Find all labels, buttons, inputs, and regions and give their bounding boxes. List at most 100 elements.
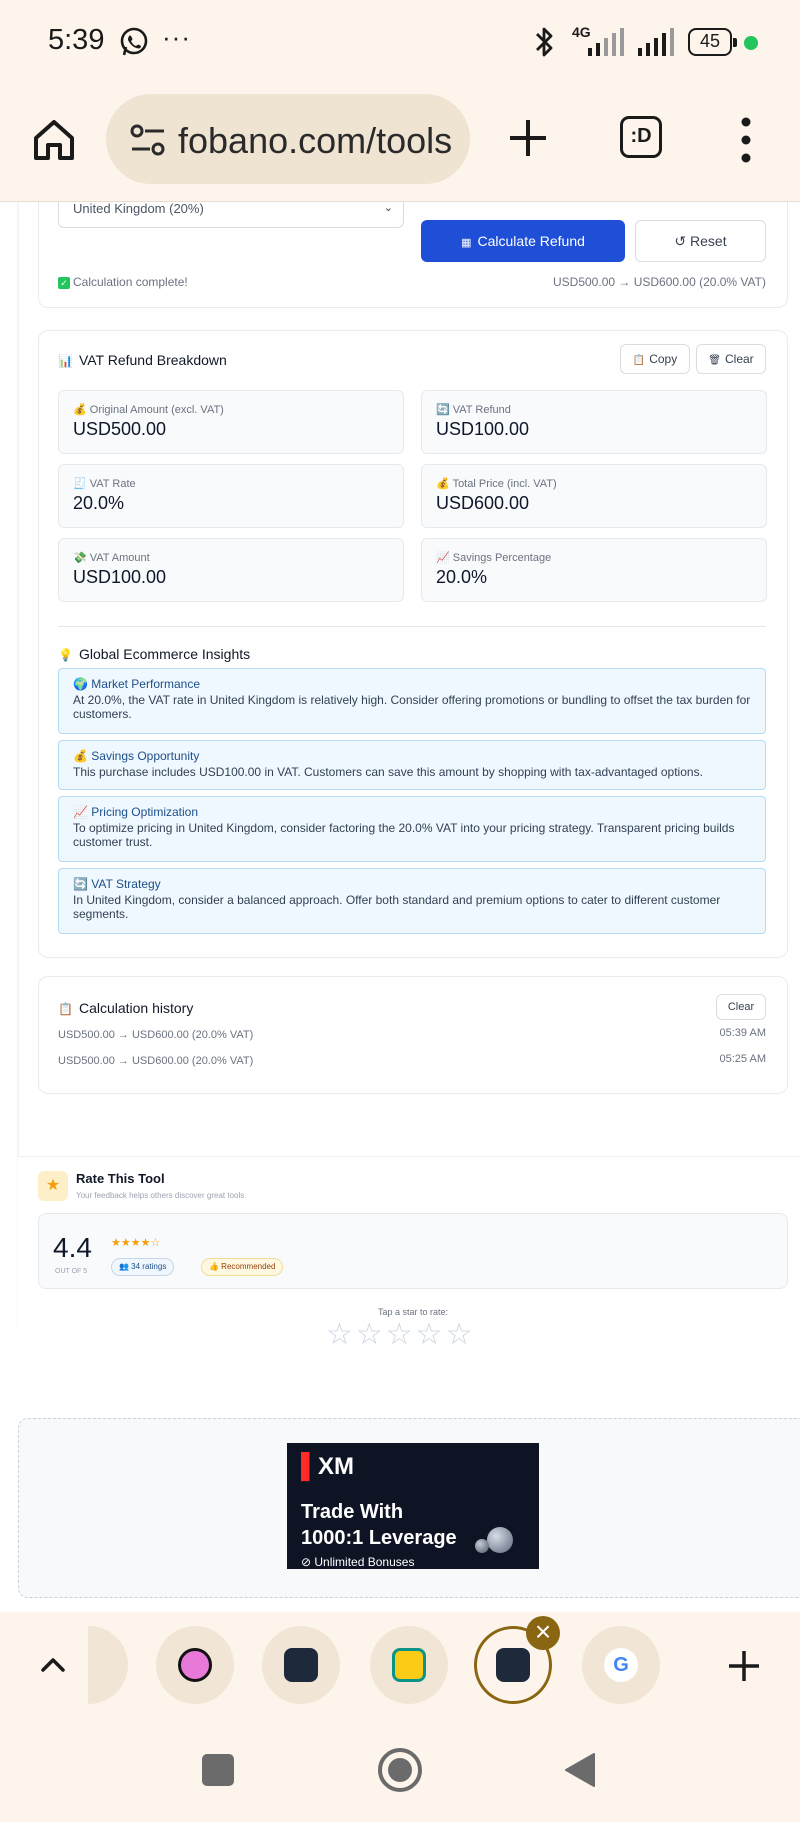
rating-out-of: OUT OF 5 <box>55 1268 88 1275</box>
clipboard-icon: 📋 <box>632 355 646 366</box>
history-title-text: Calculation history <box>78 1000 194 1016</box>
ad-headline: Trade With <box>301 1501 404 1523</box>
clear-history-button[interactable]: Clear <box>716 994 766 1020</box>
tab-thumbnail-google[interactable]: G <box>582 1626 660 1704</box>
whatsapp-icon <box>120 27 148 56</box>
stat-label: 🔄 VAT Refund <box>436 404 511 416</box>
google-favicon: G <box>604 1648 638 1682</box>
rating-summary: 4.4 OUT OF 5 ★★★★☆ 👥 34 ratings 👍 Recomm… <box>38 1213 788 1289</box>
history-title: 📋 Calculation history <box>58 1000 193 1016</box>
bar-chart-icon: 📊 <box>58 354 73 368</box>
rating-subtitle: Your feedback helps others discover grea… <box>76 1191 245 1200</box>
clear-breakdown-button[interactable]: 🗑 Clear <box>696 344 766 374</box>
rating-card: ★ Rate This Tool Your feedback helps oth… <box>18 1156 800 1396</box>
clipboard-icon: 📋 <box>58 1002 73 1016</box>
ad-subline: ⊘ Unlimited Bonuses <box>301 1555 415 1569</box>
site-favicon <box>284 1648 318 1682</box>
copy-button[interactable]: 📋 Copy <box>620 344 690 374</box>
ad-banner[interactable]: ▌XM Trade With 1000:1 Leverage ⊘ Unlimit… <box>287 1443 539 1569</box>
country-select[interactable]: United Kingdom (20%) ⌄ <box>58 202 404 228</box>
insight-savings-opportunity: 💰 Savings Opportunity This purchase incl… <box>58 740 766 790</box>
refresh-icon: 🔄 <box>436 404 450 416</box>
new-tab-icon[interactable] <box>726 1648 762 1684</box>
insights-title-text: Global Ecommerce Insights <box>78 646 251 662</box>
insight-body: To optimize pricing in United Kingdom, c… <box>73 821 735 849</box>
home-icon[interactable] <box>30 116 78 164</box>
url-text[interactable]: fobano.com/tools <box>178 120 452 162</box>
tab-thumbnail[interactable] <box>88 1626 128 1704</box>
rating-title: Rate This Tool <box>76 1171 165 1186</box>
calculate-refund-label: Calculate Refund <box>477 233 585 249</box>
clear-label: Clear <box>725 352 754 366</box>
site-favicon <box>496 1648 530 1682</box>
rating-score: 4.4 <box>53 1232 92 1263</box>
money-bag-icon: 💰 <box>436 478 450 490</box>
tab-switcher-button[interactable]: :D <box>620 116 662 158</box>
stat-value: USD100.00 <box>436 419 530 439</box>
insight-body: This purchase includes USD100.00 in VAT.… <box>73 765 703 779</box>
status-bar: 5:39 ··· 4G 45 <box>0 0 800 86</box>
stat-label: 💰 Original Amount (excl. VAT) <box>73 404 224 416</box>
lightbulb-icon: 💡 <box>58 648 73 662</box>
tab-thumbnail[interactable] <box>262 1626 340 1704</box>
globe-icon: 🌍 <box>73 677 88 691</box>
close-tab-icon[interactable]: × <box>526 1616 560 1650</box>
stat-original-amount: 💰 Original Amount (excl. VAT) USD500.00 <box>58 390 404 454</box>
stat-total-price: 💰 Total Price (incl. VAT) USD600.00 <box>421 464 767 528</box>
privacy-indicator-dot <box>744 36 758 50</box>
trash-icon: 🗑 <box>708 355 721 366</box>
address-bar[interactable]: fobano.com/tools <box>106 94 470 184</box>
refresh-icon: 🔄 <box>73 877 88 891</box>
money-wings-icon: 💸 <box>73 552 87 564</box>
ad-decoration <box>487 1527 513 1553</box>
star-icon: ★ <box>38 1171 68 1201</box>
rating-stars: ★★★★☆ <box>111 1237 161 1249</box>
calculator-icon: ▦ <box>461 237 472 249</box>
stat-vat-amount: 💸 VAT Amount USD100.00 <box>58 538 404 602</box>
chevron-up-icon[interactable] <box>38 1650 68 1680</box>
ad-headline: 1000:1 Leverage <box>301 1527 457 1549</box>
web-page: United Kingdom (20%) ⌄ ▦ Calculate Refund… <box>0 202 800 1612</box>
back-icon[interactable] <box>564 1752 596 1788</box>
insight-pricing-optimization: 📈 Pricing Optimization To optimize prici… <box>58 796 766 862</box>
rate-stars-input[interactable]: ☆☆☆☆☆ <box>326 1317 475 1352</box>
insight-body: In United Kingdom, consider a balanced a… <box>73 893 721 921</box>
history-time: 05:25 AM <box>719 1053 766 1065</box>
stat-label: 💰 Total Price (incl. VAT) <box>436 478 557 490</box>
tab-thumbnail[interactable] <box>370 1626 448 1704</box>
insight-heading: 🔄 VAT Strategy <box>73 877 161 891</box>
stat-value: USD500.00 <box>73 419 167 439</box>
system-nav-bar <box>0 1722 800 1822</box>
home-button[interactable] <box>378 1748 422 1792</box>
stat-value: 20.0% <box>73 493 125 513</box>
chart-up-icon: 📈 <box>436 552 450 564</box>
signal-icon <box>588 28 624 56</box>
history-row[interactable]: USD500.00 → USD600.00 (20.0% VAT) <box>58 1029 253 1041</box>
stat-label: 🧾 VAT Rate <box>73 478 136 490</box>
new-tab-icon[interactable] <box>506 116 550 160</box>
browser-toolbar: fobano.com/tools :D <box>0 86 800 202</box>
stat-value: USD600.00 <box>436 493 530 513</box>
insight-heading: 💰 Savings Opportunity <box>73 749 200 763</box>
chevron-down-icon: ⌄ <box>383 202 393 214</box>
ad-container: ▌XM Trade With 1000:1 Leverage ⊘ Unlimit… <box>18 1418 800 1598</box>
site-favicon <box>392 1648 426 1682</box>
site-settings-icon[interactable] <box>128 122 168 158</box>
money-bag-icon: 💰 <box>73 749 88 763</box>
stat-value: USD100.00 <box>73 567 167 587</box>
stat-savings-percentage: 📈 Savings Percentage 20.0% <box>421 538 767 602</box>
tab-thumbnail-grammarly[interactable] <box>156 1626 234 1704</box>
battery-icon: 45 <box>688 28 737 56</box>
overflow-menu-icon[interactable] <box>736 116 756 164</box>
country-select-value: United Kingdom (20%) <box>73 202 204 216</box>
insight-body: At 20.0%, the VAT rate in United Kingdom… <box>73 693 751 721</box>
xm-logo: ▌XM <box>301 1453 355 1480</box>
reset-button[interactable]: ↺ Reset <box>635 220 766 262</box>
check-icon: ✓ <box>58 277 70 289</box>
calculate-refund-button[interactable]: ▦ Calculate Refund <box>421 220 625 262</box>
recents-button[interactable] <box>202 1754 234 1786</box>
ad-decoration <box>475 1539 489 1553</box>
ratings-count-badge: 👥 34 ratings <box>111 1258 175 1276</box>
insight-heading: 🌍 Market Performance <box>73 677 200 691</box>
history-row[interactable]: USD500.00 → USD600.00 (20.0% VAT) <box>58 1055 253 1067</box>
